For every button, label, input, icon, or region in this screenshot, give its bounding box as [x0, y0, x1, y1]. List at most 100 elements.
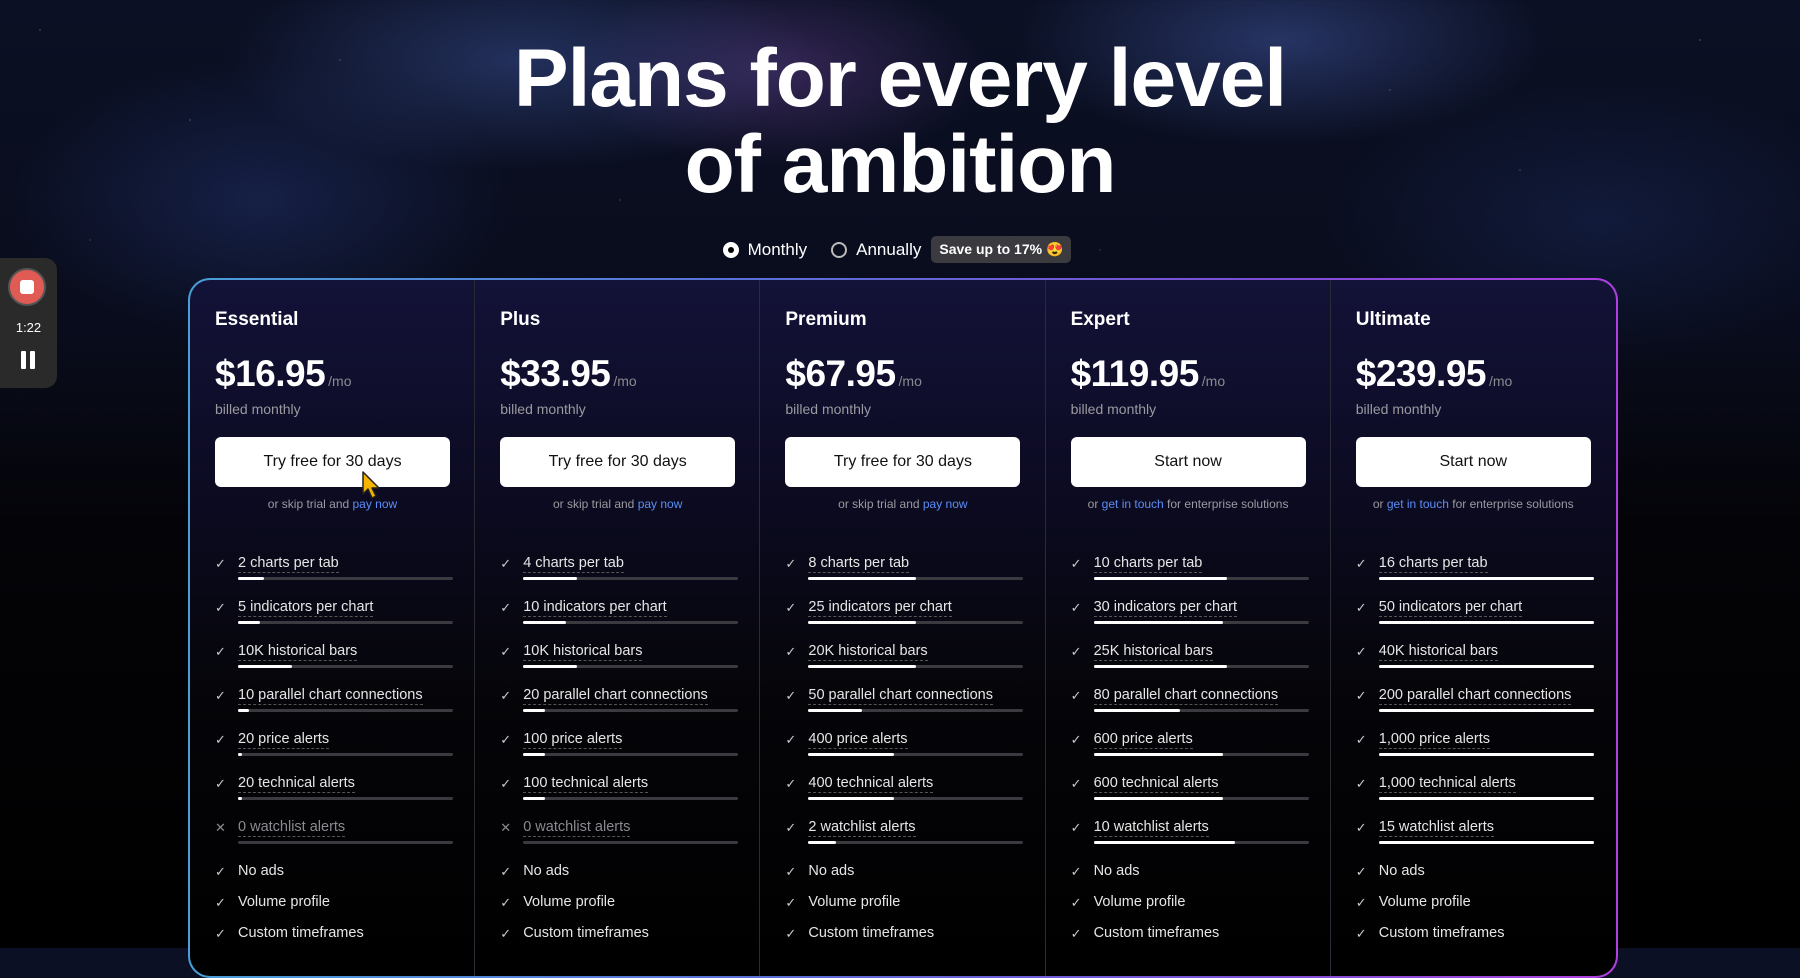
plan-cta-button[interactable]: Start now [1355, 437, 1591, 487]
feature-text[interactable]: 100 technical alerts [523, 775, 649, 793]
feature-level-bar [523, 797, 739, 800]
feature-text[interactable]: 10 indicators per chart [523, 599, 667, 617]
feature-text[interactable]: 20 technical alerts [238, 775, 355, 793]
feature-text[interactable]: 20 price alerts [238, 731, 330, 749]
plan-name: Ultimate [1355, 309, 1431, 330]
check-icon: ✓ [1355, 864, 1367, 879]
feature-item: ✓ Custom timeframes [1356, 925, 1592, 956]
feature-level-fill [1378, 577, 1594, 580]
plan-cta-button[interactable]: Start now [1070, 437, 1306, 487]
cross-icon: ✕ [500, 820, 512, 835]
feature-level-fill [523, 709, 545, 712]
plan-cta-button[interactable]: Try free for 30 days [785, 437, 1021, 487]
feature-level-fill [808, 621, 916, 624]
feature-text[interactable]: 10 parallel chart connections [238, 687, 423, 705]
feature-text[interactable]: 10 charts per tab [1093, 555, 1203, 573]
feature-item: ✕ 0 watchlist alerts [215, 819, 453, 863]
feature-item: ✓ No ads [1071, 863, 1306, 894]
feature-level-bar [1378, 753, 1594, 756]
feature-level-bar [523, 841, 739, 844]
subtext-link[interactable]: get in touch [1102, 497, 1164, 511]
feature-text[interactable]: 80 parallel chart connections [1093, 687, 1279, 705]
feature-text[interactable]: 5 indicators per chart [238, 599, 374, 617]
feature-item: ✓ 80 parallel chart connections [1071, 687, 1309, 731]
pause-icon[interactable] [19, 351, 37, 369]
billing-toggle: Monthly Annually Save up to 17% 😍 [0, 236, 1800, 263]
feature-text[interactable]: 16 charts per tab [1378, 555, 1488, 573]
subtext-link[interactable]: pay now [923, 497, 968, 511]
feature-text[interactable]: 10K historical bars [238, 643, 358, 661]
feature-level-bar [238, 577, 453, 580]
check-icon: ✓ [1355, 556, 1367, 571]
feature-level-fill [1378, 709, 1594, 712]
feature-item: ✓ 50 parallel chart connections [785, 687, 1024, 731]
feature-list: ✓ 10 charts per tab ✓ 30 indicators per … [1070, 555, 1309, 956]
check-icon: ✓ [1070, 600, 1082, 615]
feature-text[interactable]: 1,000 price alerts [1378, 731, 1490, 749]
monthly-radio[interactable] [722, 241, 739, 258]
subtext-link[interactable]: pay now [638, 497, 683, 511]
check-icon: ✓ [500, 864, 512, 879]
feature-list: ✓ 2 charts per tab ✓ 5 indicators per ch… [215, 555, 453, 956]
annually-radio[interactable] [831, 241, 848, 258]
feature-text[interactable]: 600 technical alerts [1093, 775, 1219, 793]
subtext-link[interactable]: get in touch [1387, 497, 1449, 511]
feature-text[interactable]: 400 price alerts [808, 731, 908, 749]
feature-text[interactable]: 25K historical bars [1093, 643, 1213, 661]
stop-recording-button[interactable] [8, 268, 46, 306]
feature-text: No ads [1378, 863, 1425, 879]
check-icon: ✓ [1070, 732, 1082, 747]
subtext-prefix: or skip trial and [838, 497, 923, 511]
feature-text[interactable]: 0 watchlist alerts [238, 819, 346, 837]
feature-text[interactable]: 50 parallel chart connections [808, 687, 993, 705]
feature-text[interactable]: 1,000 technical alerts [1378, 775, 1516, 793]
check-icon: ✓ [785, 820, 797, 835]
check-icon: ✓ [1070, 895, 1082, 910]
feature-item: ✓ No ads [500, 863, 735, 894]
feature-text[interactable]: 2 watchlist alerts [808, 819, 916, 837]
feature-item: ✓ 1,000 technical alerts [1356, 775, 1594, 819]
feature-text[interactable]: 0 watchlist alerts [523, 819, 631, 837]
feature-level-bar [523, 709, 739, 712]
feature-text[interactable]: 25 indicators per chart [808, 599, 952, 617]
feature-text[interactable]: 50 indicators per chart [1378, 599, 1523, 617]
plan-price: $16.95 [215, 353, 326, 394]
feature-item: ✓ 10 watchlist alerts [1071, 819, 1309, 863]
feature-level-bar [808, 709, 1024, 712]
feature-level-fill [1093, 665, 1227, 668]
feature-level-bar [808, 665, 1024, 668]
feature-item: ✓ 16 charts per tab [1355, 555, 1594, 599]
feature-level-fill [238, 621, 260, 624]
check-icon: ✓ [1070, 776, 1082, 791]
feature-text[interactable]: 10K historical bars [523, 643, 643, 661]
plan-cta-button[interactable]: Try free for 30 days [500, 437, 736, 487]
billing-note: billed monthly [215, 401, 301, 417]
feature-item: ✓ 8 charts per tab [785, 555, 1024, 599]
feature-level-fill [1378, 665, 1594, 668]
billing-monthly-option[interactable]: Monthly [722, 240, 807, 260]
feature-text[interactable]: 100 price alerts [523, 731, 623, 749]
check-icon: ✓ [1070, 926, 1082, 941]
feature-text[interactable]: 30 indicators per chart [1093, 599, 1238, 617]
cta-subtext: or skip trial and pay now [500, 497, 735, 511]
feature-item: ✓ 600 technical alerts [1070, 775, 1309, 819]
feature-text[interactable]: 600 price alerts [1093, 731, 1193, 749]
plan-name: Plus [500, 309, 541, 330]
feature-text[interactable]: 4 charts per tab [523, 555, 624, 573]
check-icon: ✓ [1355, 926, 1367, 941]
feature-text[interactable]: 400 technical alerts [808, 775, 934, 793]
feature-text[interactable]: 2 charts per tab [238, 555, 339, 573]
feature-text[interactable]: 10 watchlist alerts [1093, 819, 1209, 837]
feature-text[interactable]: 40K historical bars [1378, 643, 1499, 661]
feature-text[interactable]: 20 parallel chart connections [523, 687, 708, 705]
feature-level-bar [523, 577, 739, 580]
feature-text[interactable]: 200 parallel chart connections [1378, 687, 1572, 705]
feature-item: ✓ 200 parallel chart connections [1356, 687, 1594, 731]
feature-item: ✓ Volume profile [215, 894, 450, 925]
billing-annually-option[interactable]: Annually [831, 240, 921, 260]
feature-level-bar [1378, 621, 1594, 624]
plan-cta-button[interactable]: Try free for 30 days [215, 437, 450, 487]
feature-text[interactable]: 20K historical bars [808, 643, 928, 661]
feature-text[interactable]: 8 charts per tab [808, 555, 910, 573]
feature-text[interactable]: 15 watchlist alerts [1378, 819, 1494, 837]
